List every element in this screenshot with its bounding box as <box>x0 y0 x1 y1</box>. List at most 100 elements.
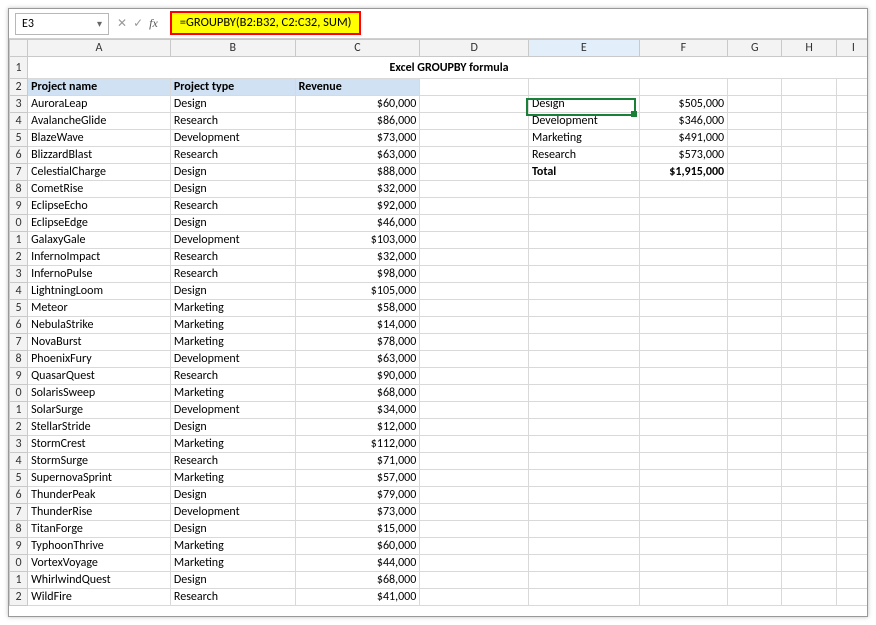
cell-G[interactable] <box>728 521 782 538</box>
cell-G[interactable] <box>728 351 782 368</box>
cell-E[interactable] <box>528 181 639 198</box>
cell-revenue[interactable]: $78,000 <box>295 334 420 351</box>
cell-G[interactable] <box>728 96 782 113</box>
cell-revenue[interactable]: $71,000 <box>295 453 420 470</box>
cell-E[interactable] <box>528 317 639 334</box>
cell-H[interactable] <box>782 147 836 164</box>
cell-D[interactable] <box>420 521 529 538</box>
cell-revenue[interactable]: $86,000 <box>295 113 420 130</box>
cell-D[interactable] <box>420 402 529 419</box>
cell-H[interactable] <box>782 402 836 419</box>
cell-project-type[interactable]: Marketing <box>170 300 295 317</box>
cell-G[interactable] <box>728 232 782 249</box>
cell-revenue[interactable]: $15,000 <box>295 521 420 538</box>
cell-F[interactable] <box>639 351 728 368</box>
cell-project-name[interactable]: SolarSurge <box>28 402 171 419</box>
cell-D[interactable] <box>420 300 529 317</box>
rowhdr-r5[interactable]: 8 <box>10 181 28 198</box>
cell-project-type[interactable]: Marketing <box>170 334 295 351</box>
cell-revenue[interactable]: $73,000 <box>295 504 420 521</box>
cell-E[interactable] <box>528 215 639 232</box>
cell-I[interactable] <box>836 198 867 215</box>
cell-project-name[interactable]: LightningLoom <box>28 283 171 300</box>
cell-project-name[interactable]: EclipseEcho <box>28 198 171 215</box>
cell-G[interactable] <box>728 300 782 317</box>
cell-project-name[interactable]: CelestialCharge <box>28 164 171 181</box>
cell-D[interactable] <box>420 368 529 385</box>
cell-H[interactable] <box>782 487 836 504</box>
cell-project-type[interactable]: Development <box>170 130 295 147</box>
cell-E[interactable] <box>528 538 639 555</box>
rowhdr-r2[interactable]: 5 <box>10 130 28 147</box>
cell-revenue[interactable]: $12,000 <box>295 419 420 436</box>
cell-project-name[interactable]: StormSurge <box>28 453 171 470</box>
cell-revenue[interactable]: $90,000 <box>295 368 420 385</box>
rowhdr-r20[interactable]: 3 <box>10 436 28 453</box>
cell-project-type[interactable]: Marketing <box>170 385 295 402</box>
cell-D[interactable] <box>420 334 529 351</box>
cell-G[interactable] <box>728 334 782 351</box>
rowhdr-2[interactable]: 2 <box>10 79 28 96</box>
rowhdr-r16[interactable]: 9 <box>10 368 28 385</box>
cell-project-name[interactable]: NebulaStrike <box>28 317 171 334</box>
cell-D[interactable] <box>420 147 529 164</box>
cell-project-type[interactable]: Design <box>170 164 295 181</box>
cell-I[interactable] <box>836 113 867 130</box>
cell-F[interactable] <box>639 266 728 283</box>
cell-project-name[interactable]: VortexVoyage <box>28 555 171 572</box>
cell-project-type[interactable]: Design <box>170 419 295 436</box>
cell-project-type[interactable]: Development <box>170 351 295 368</box>
rowhdr-r6[interactable]: 9 <box>10 198 28 215</box>
cell-revenue[interactable]: $60,000 <box>295 96 420 113</box>
cell-I[interactable] <box>836 130 867 147</box>
cell-I[interactable] <box>836 249 867 266</box>
cell-F[interactable] <box>639 300 728 317</box>
cell-project-type[interactable]: Design <box>170 572 295 589</box>
cell-I[interactable] <box>836 317 867 334</box>
cell-E[interactable] <box>528 453 639 470</box>
cell-F[interactable] <box>639 385 728 402</box>
cell-G[interactable] <box>728 487 782 504</box>
cell-F[interactable] <box>639 198 728 215</box>
cell-project-type[interactable]: Research <box>170 198 295 215</box>
cell-I[interactable] <box>836 351 867 368</box>
cell-project-name[interactable]: ThunderPeak <box>28 487 171 504</box>
rowhdr-r28[interactable]: 1 <box>10 572 28 589</box>
cell-project-type[interactable]: Design <box>170 181 295 198</box>
cell-I[interactable] <box>836 538 867 555</box>
cell-revenue[interactable]: $88,000 <box>295 164 420 181</box>
cell-H[interactable] <box>782 164 836 181</box>
cell-revenue[interactable]: $60,000 <box>295 538 420 555</box>
cell-D[interactable] <box>420 436 529 453</box>
cell-F[interactable] <box>639 317 728 334</box>
cell-E[interactable] <box>528 419 639 436</box>
cell-revenue[interactable]: $98,000 <box>295 266 420 283</box>
cell-project-name[interactable]: SupernovaSprint <box>28 470 171 487</box>
cell-G[interactable] <box>728 589 782 606</box>
cell-D[interactable] <box>420 572 529 589</box>
cell-H[interactable] <box>782 419 836 436</box>
cell-H2[interactable] <box>782 79 836 96</box>
cell-revenue[interactable]: $46,000 <box>295 215 420 232</box>
cell-F[interactable] <box>639 504 728 521</box>
cell-G[interactable] <box>728 453 782 470</box>
cell-revenue[interactable]: $63,000 <box>295 351 420 368</box>
cell-project-type[interactable]: Research <box>170 453 295 470</box>
cell-H[interactable] <box>782 538 836 555</box>
cell-F[interactable] <box>639 538 728 555</box>
cell-project-type[interactable]: Marketing <box>170 317 295 334</box>
cell-G[interactable] <box>728 572 782 589</box>
cell-H[interactable] <box>782 249 836 266</box>
cell-F[interactable] <box>639 283 728 300</box>
cell-H[interactable] <box>782 453 836 470</box>
enter-icon[interactable]: ✓ <box>133 16 143 31</box>
cell-E[interactable] <box>528 334 639 351</box>
cell-F[interactable] <box>639 368 728 385</box>
cell-project-type[interactable]: Research <box>170 113 295 130</box>
cell-E[interactable] <box>528 232 639 249</box>
rowhdr-r3[interactable]: 6 <box>10 147 28 164</box>
cell-F[interactable] <box>639 453 728 470</box>
cell-revenue[interactable]: $57,000 <box>295 470 420 487</box>
cell-D[interactable] <box>420 453 529 470</box>
cell-E[interactable] <box>528 521 639 538</box>
